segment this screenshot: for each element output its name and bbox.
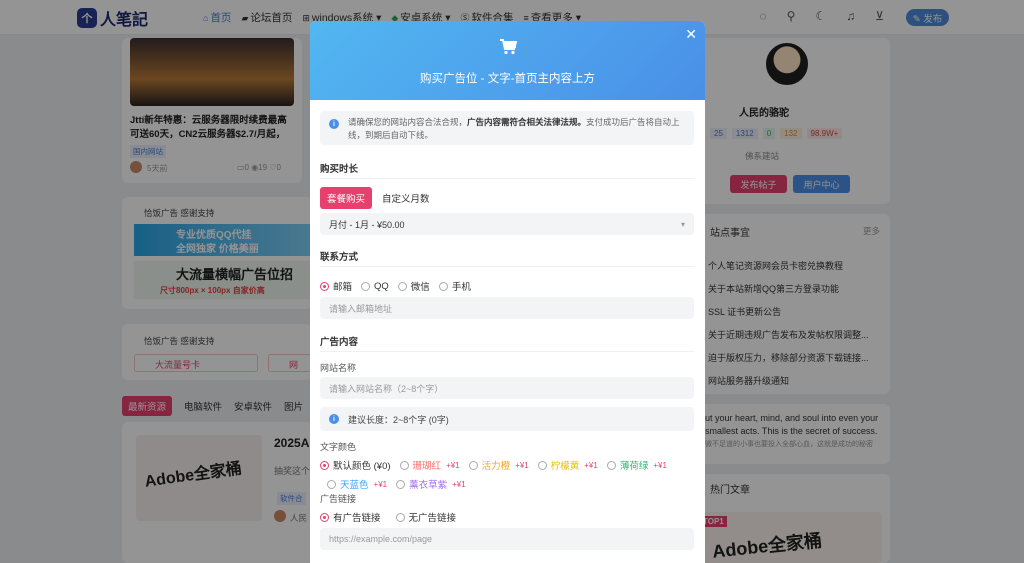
contact-type-radios: 邮箱 QQ 微信 手机 <box>320 279 694 293</box>
radio-circle <box>397 281 407 291</box>
radio-circle <box>320 460 329 470</box>
site-name-input[interactable]: 请输入网站名称（2~8个字） <box>320 377 694 399</box>
color-label: 珊瑚红 <box>412 461 442 472</box>
radio-circle <box>537 460 547 470</box>
radio-circle <box>606 460 616 470</box>
length-hint: i 建议长度：2~8个字 (0字) <box>320 407 694 431</box>
radio-phone[interactable]: 手机 <box>438 279 471 293</box>
ad-link-input[interactable]: https://example.com/page <box>320 528 694 550</box>
radio-circle <box>399 460 409 470</box>
radio-wechat[interactable]: 微信 <box>397 279 430 293</box>
cart-icon <box>310 21 705 58</box>
color-price: +¥1 <box>373 479 388 489</box>
ad-link-label: 广告链接 <box>320 494 357 504</box>
radio-email[interactable]: 邮箱 <box>320 279 352 293</box>
color-label: 薰衣草紫 <box>409 480 448 491</box>
info-icon: i <box>329 414 339 424</box>
color-option-default[interactable]: 默认颜色 (¥0) <box>320 458 391 472</box>
radio-circle <box>396 479 406 489</box>
plan-select[interactable]: 月付 - 1月 - ¥50.00 ▾ <box>320 213 694 235</box>
radio-label: 手机 <box>451 282 471 293</box>
close-icon[interactable]: ✕ <box>685 26 697 43</box>
radio-has-link[interactable]: 有广告链接 <box>320 510 381 524</box>
radio-circle <box>320 281 329 291</box>
site-name-label: 网站名称 <box>320 363 357 373</box>
color-label: 默认颜色 (¥0) <box>333 461 391 472</box>
contact-input[interactable]: 请输入邮箱地址 <box>320 297 694 319</box>
radio-circle <box>320 512 329 522</box>
text-color-radios: 默认颜色 (¥0) 珊瑚红 +¥1 活力橙 +¥1 柠檬黄 +¥1 薄荷绿 +¥1 天蓝… <box>320 458 694 491</box>
chevron-down-icon: ▾ <box>680 219 685 229</box>
color-option-lemon[interactable]: 柠檬黄 +¥1 <box>537 458 598 472</box>
divider <box>320 178 694 179</box>
divider <box>320 266 694 267</box>
modal-header: 购买广告位 - 文字-首页主内容上方 <box>310 21 705 100</box>
color-price: +¥1 <box>515 460 529 470</box>
info-icon: i <box>329 119 339 129</box>
color-price: +¥1 <box>446 460 460 470</box>
length-hint-text: 建议长度：2~8个字 (0字) <box>348 414 449 425</box>
color-option-sky[interactable]: 天蓝色 +¥1 <box>327 477 387 491</box>
notice-text-1: 请确保您的网站内容合法合规， <box>348 117 468 127</box>
radio-circle <box>438 281 448 291</box>
radio-label: 无广告链接 <box>408 513 457 524</box>
color-label: 活力橙 <box>481 461 511 472</box>
plan-select-value: 月付 - 1月 - ¥50.00 <box>329 219 405 230</box>
color-label: 天蓝色 <box>340 480 369 491</box>
modal-title: 购买广告位 - 文字-首页主内容上方 <box>419 73 596 85</box>
section-contact-title: 联系方式 <box>320 252 359 263</box>
compliance-notice: i 请确保您的网站内容合法合规，广告内容需符合相关法律法规。支付成功后广告将自动… <box>320 111 694 145</box>
radio-circle <box>327 479 336 489</box>
radio-no-link[interactable]: 无广告链接 <box>395 510 457 524</box>
tab-package[interactable]: 套餐购买 <box>320 187 373 209</box>
radio-qq[interactable]: QQ <box>361 281 389 292</box>
text-color-label: 文字颜色 <box>320 442 357 452</box>
radio-circle <box>361 281 371 291</box>
color-label: 薄荷绿 <box>619 461 649 472</box>
color-option-orange[interactable]: 活力橙 +¥1 <box>468 458 529 472</box>
color-price: +¥1 <box>452 479 466 489</box>
buy-ad-modal: 购买广告位 - 文字-首页主内容上方 ✕ i 请确保您的网站内容合法合规，广告内… <box>310 21 705 563</box>
color-label: 柠檬黄 <box>550 461 580 472</box>
radio-circle <box>395 512 405 522</box>
section-content-title: 广告内容 <box>320 337 359 348</box>
radio-label: QQ <box>374 280 389 292</box>
color-price: +¥1 <box>653 460 667 470</box>
color-option-mint[interactable]: 薄荷绿 +¥1 <box>606 458 667 472</box>
color-option-coral[interactable]: 珊瑚红 +¥1 <box>399 458 460 472</box>
section-duration-title: 购买时长 <box>320 164 359 175</box>
radio-label: 邮箱 <box>333 282 353 293</box>
color-price: +¥1 <box>584 460 598 470</box>
divider <box>320 351 694 352</box>
ad-link-radios: 有广告链接 无广告链接 <box>320 510 694 524</box>
color-option-lavender[interactable]: 薰衣草紫 +¥1 <box>396 477 466 491</box>
duration-tabs: 套餐购买 自定义月数 <box>320 187 430 209</box>
tab-custom-months[interactable]: 自定义月数 <box>382 191 430 205</box>
radio-label: 微信 <box>410 282 430 293</box>
radio-label: 有广告链接 <box>333 513 381 524</box>
radio-circle <box>468 460 478 470</box>
notice-text-bold: 广告内容需符合相关法律法规。 <box>467 117 587 127</box>
